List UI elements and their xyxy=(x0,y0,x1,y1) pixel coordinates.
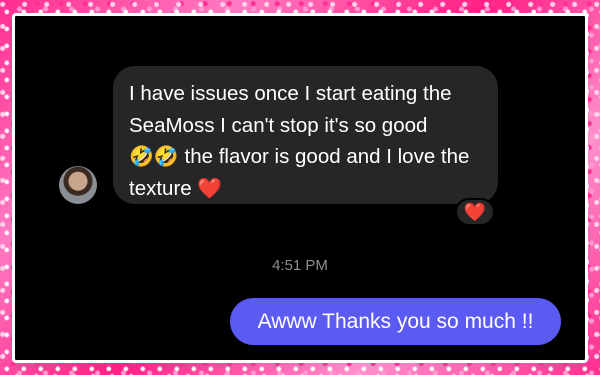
outgoing-message-text: Awww Thanks you so much !! xyxy=(257,310,534,333)
outgoing-message-bubble[interactable]: Awww Thanks you so much !! xyxy=(230,298,561,345)
laugh-emoji-icon: 🤣🤣 xyxy=(129,146,179,168)
reaction-badge[interactable]: ❤️ xyxy=(455,198,495,226)
incoming-message-text-part-2: the flavor is good and I love the textur… xyxy=(129,145,470,200)
heart-emoji-icon: ❤️ xyxy=(197,177,223,200)
heart-icon: ❤️ xyxy=(463,202,487,222)
chat-screen: I have issues once I start eating the Se… xyxy=(12,13,588,363)
incoming-message-text-part-1: I have issues once I start eating the Se… xyxy=(129,82,452,137)
avatar-icon[interactable] xyxy=(59,166,97,204)
message-timestamp: 4:51 PM xyxy=(272,257,328,274)
incoming-message-bubble[interactable]: I have issues once I start eating the Se… xyxy=(113,66,498,204)
